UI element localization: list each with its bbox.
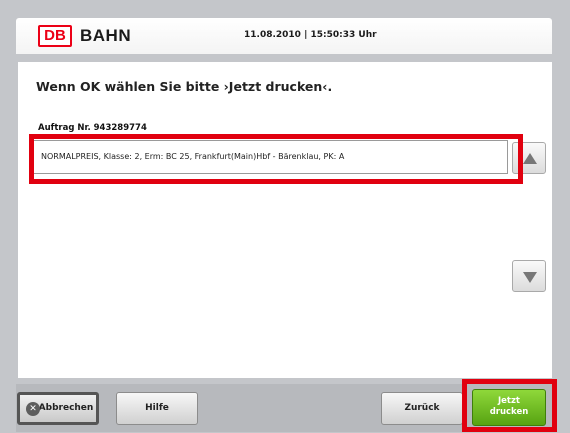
print-button[interactable]: Jetzt drucken (472, 389, 546, 426)
triangle-down-icon (523, 272, 537, 283)
db-logo: DB (38, 25, 72, 47)
scroll-up-button[interactable] (512, 142, 546, 174)
order-panel: Wenn OK wählen Sie bitte ›Jetzt drucken‹… (18, 62, 552, 378)
cancel-button-label: Abbrechen (38, 403, 94, 413)
cancel-button[interactable]: ✕ Abbrechen (17, 392, 99, 425)
scroll-down-button[interactable] (512, 260, 546, 292)
back-button-label: Zurück (404, 403, 440, 413)
instruction-text: Wenn OK wählen Sie bitte ›Jetzt drucken‹… (36, 79, 333, 94)
back-button[interactable]: Zurück (381, 392, 463, 425)
triangle-up-icon (523, 153, 537, 164)
print-button-label-line2: drucken (489, 407, 529, 417)
help-button[interactable]: Hilfe (116, 392, 198, 425)
order-item-text: NORMALPREIS, Klasse: 2, Erm: BC 25, Fran… (41, 152, 345, 161)
datetime-display: 11.08.2010 | 15:50:33 Uhr (244, 30, 377, 40)
print-button-label-line1: Jetzt (497, 396, 520, 406)
header-bar: DB BAHN 11.08.2010 | 15:50:33 Uhr (16, 18, 552, 54)
close-icon: ✕ (26, 402, 40, 416)
help-button-label: Hilfe (145, 403, 169, 413)
ticket-machine-screen: DB BAHN 11.08.2010 | 15:50:33 Uhr Wenn O… (0, 0, 570, 433)
order-number-label: Auftrag Nr. 943289774 (38, 123, 147, 133)
brand-name: BAHN (80, 26, 132, 45)
